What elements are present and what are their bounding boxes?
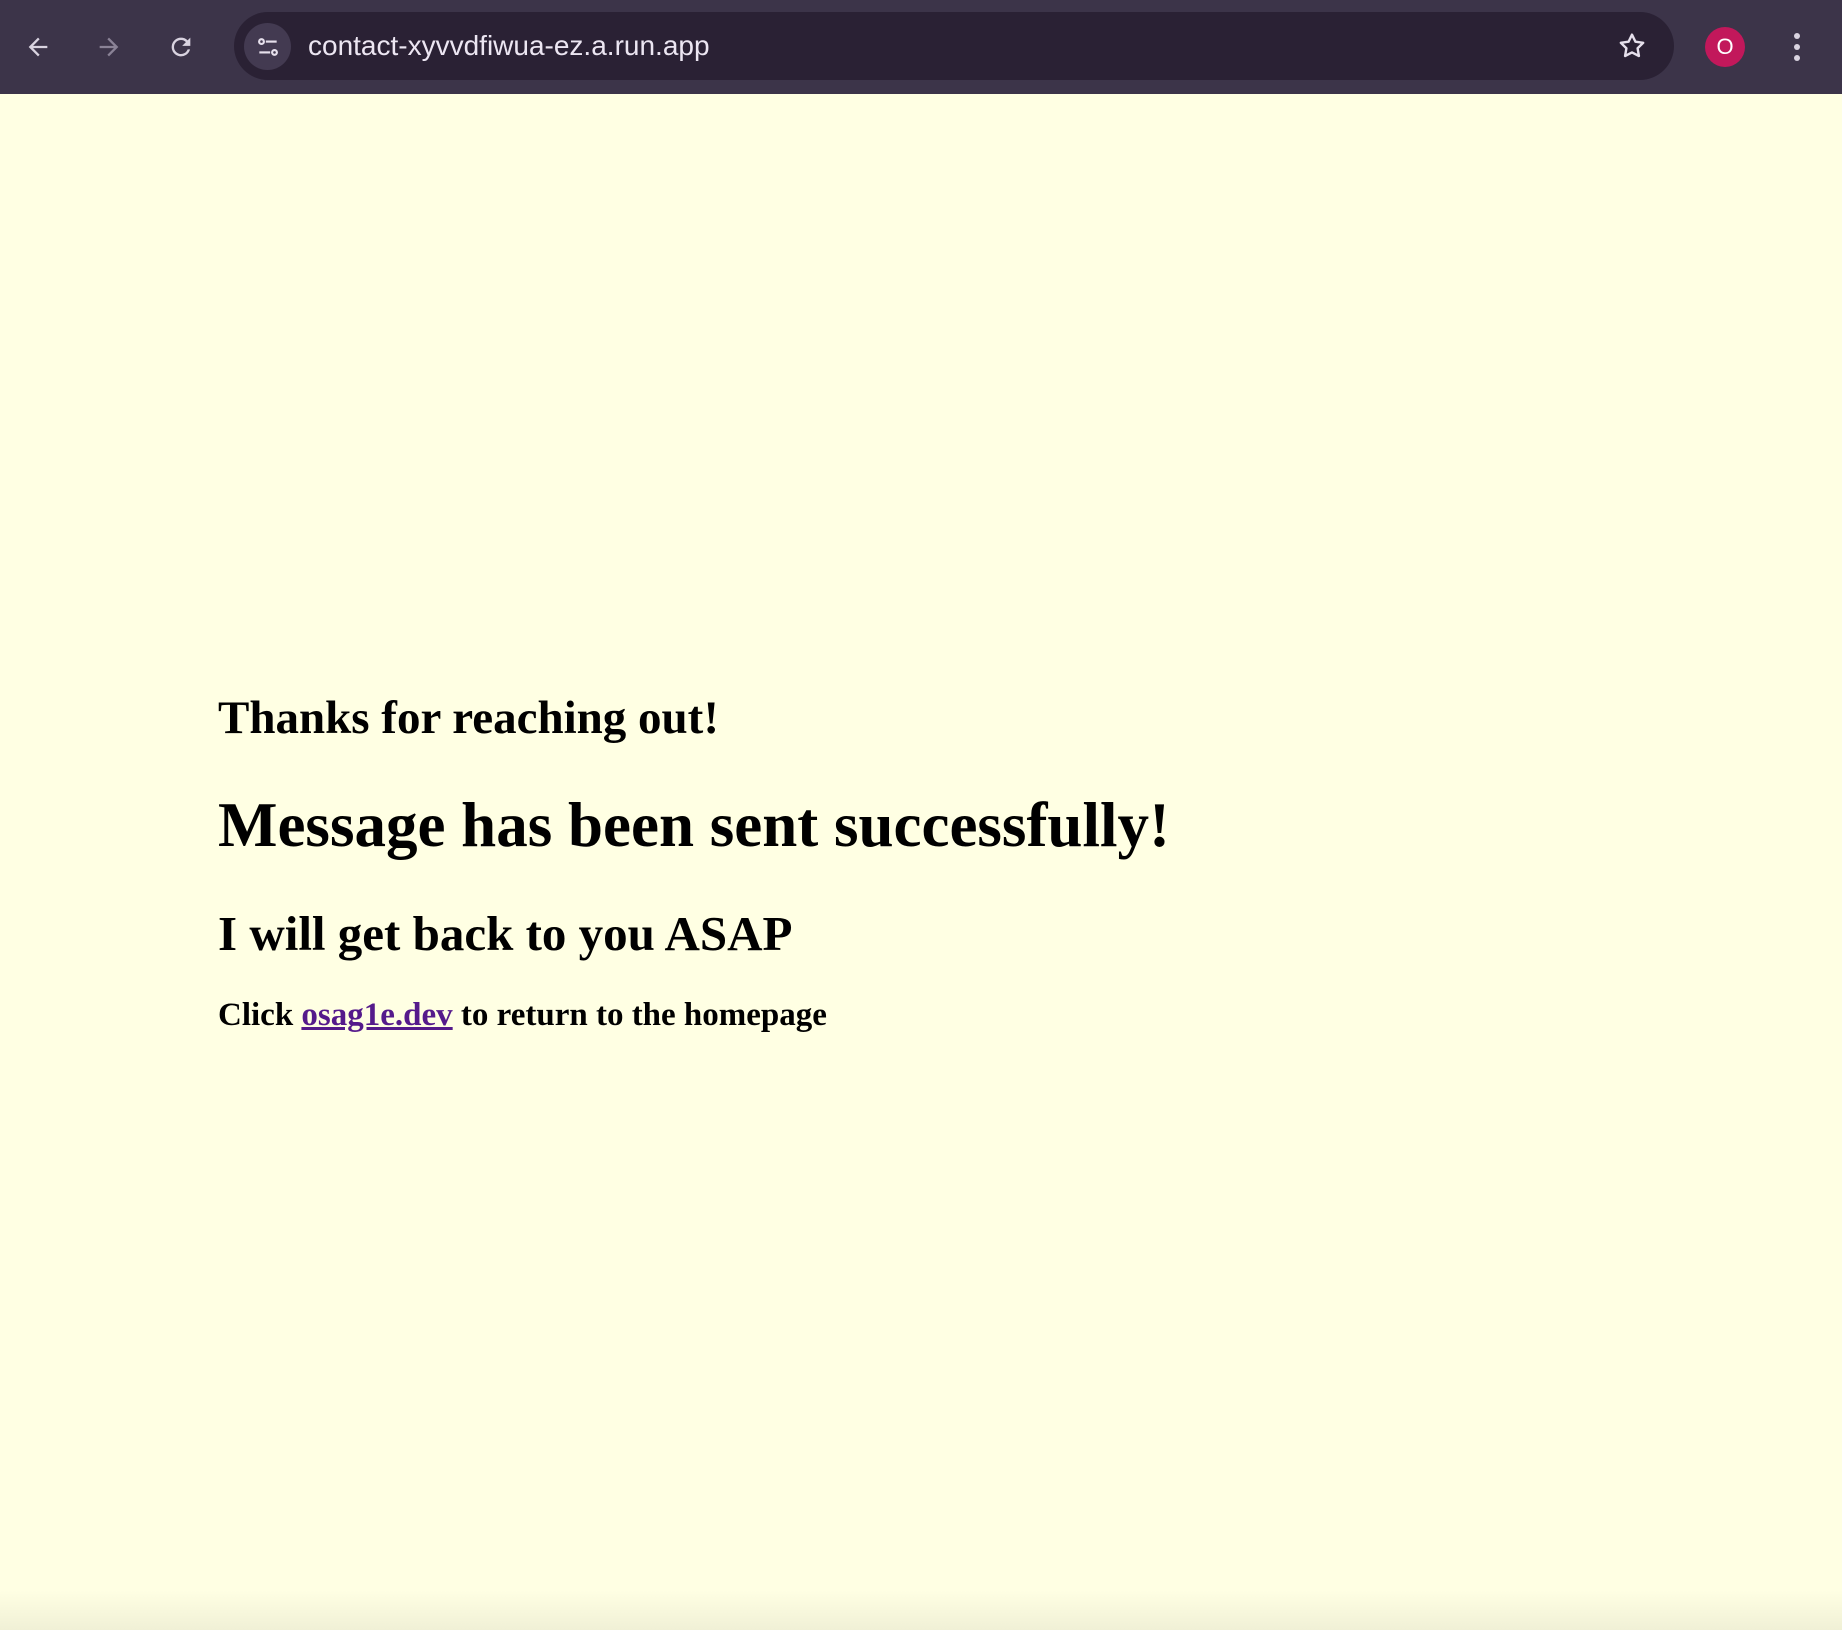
browser-menu-button[interactable] — [1782, 24, 1812, 70]
bookmark-button[interactable] — [1612, 26, 1652, 66]
forward-arrow-icon — [99, 37, 119, 57]
forward-button[interactable] — [86, 24, 132, 70]
url-text[interactable]: contact-xyvvdfiwua-ez.a.run.app — [308, 12, 710, 80]
thanks-heading: Thanks for reaching out! — [218, 692, 719, 744]
back-button[interactable] — [15, 24, 61, 70]
profile-avatar[interactable]: O — [1705, 27, 1745, 67]
return-instruction: Click osag1e.dev to return to the homepa… — [218, 997, 827, 1034]
return-suffix: to return to the homepage — [460, 997, 827, 1033]
homepage-link[interactable]: osag1e.dev — [301, 997, 452, 1033]
reload-button[interactable] — [158, 24, 204, 70]
bookmark-star-icon — [1619, 33, 1645, 58]
address-bar[interactable]: contact-xyvvdfiwua-ez.a.run.app — [234, 12, 1674, 80]
window-bottom-edge — [0, 1590, 1842, 1630]
site-info-icon — [257, 37, 278, 56]
browser-toolbar: contact-xyvvdfiwua-ez.a.run.app O — [0, 0, 1842, 94]
followup-heading: I will get back to you ASAP — [218, 906, 793, 961]
site-info-button[interactable] — [244, 23, 291, 70]
back-arrow-icon — [28, 37, 48, 57]
reload-icon — [171, 37, 191, 57]
more-vert-icon — [1794, 33, 1800, 61]
success-heading: Message has been sent successfully! — [218, 790, 1170, 860]
return-prefix: Click — [218, 997, 294, 1033]
